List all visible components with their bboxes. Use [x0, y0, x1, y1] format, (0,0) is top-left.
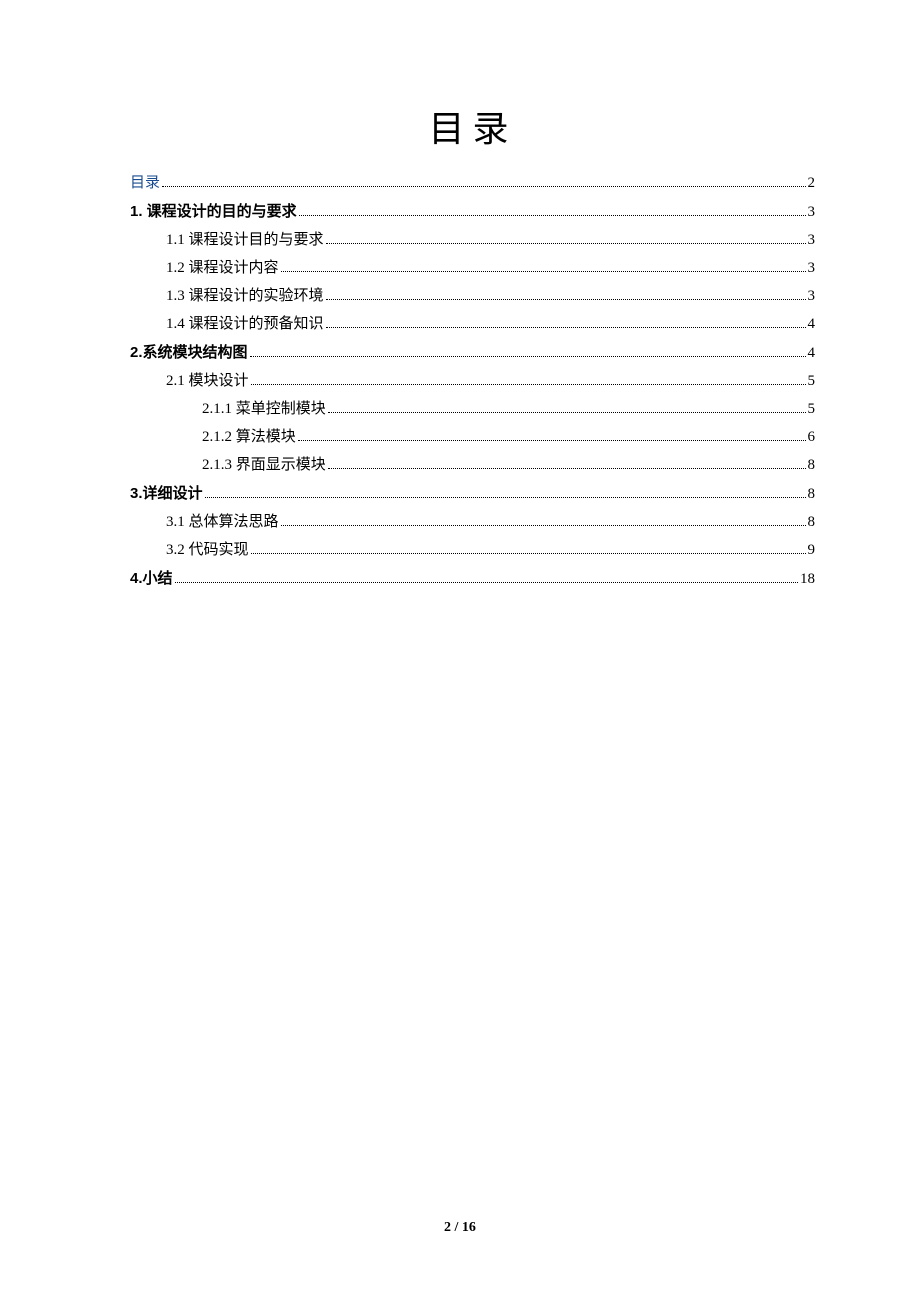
toc-entry-label: 3.详细设计	[130, 480, 203, 507]
toc-entry[interactable]: 4.小结 18	[130, 565, 815, 593]
toc-entry-label: 2.1.3 界面显示模块	[202, 452, 326, 479]
toc-entry[interactable]: 2.系统模块结构图 4	[130, 339, 815, 367]
toc-entry-page: 6	[808, 424, 816, 451]
toc-entry-label: 1. 课程设计的目的与要求	[130, 198, 297, 225]
toc-entry[interactable]: 1.3 课程设计的实验环境 3	[130, 283, 815, 310]
toc-entry[interactable]: 2.1.1 菜单控制模块 5	[130, 396, 815, 423]
toc-leader-dots	[299, 215, 806, 216]
toc-entry-label: 2.1.1 菜单控制模块	[202, 396, 326, 423]
toc-leader-dots	[328, 468, 806, 469]
toc-leader-dots	[205, 497, 806, 498]
toc-entry-label: 目录	[130, 170, 160, 197]
toc-leader-dots	[326, 243, 806, 244]
toc-entry-label: 2.系统模块结构图	[130, 339, 248, 366]
toc-leader-dots	[250, 356, 806, 357]
toc-entry-page: 4	[808, 340, 816, 367]
toc-entry-page: 18	[800, 566, 815, 593]
toc-entry[interactable]: 3.详细设计 8	[130, 480, 815, 508]
document-page: 目录 目录21. 课程设计的目的与要求31.1 课程设计目的与要求31.2 课程…	[0, 0, 920, 654]
table-of-contents: 目录21. 课程设计的目的与要求31.1 课程设计目的与要求31.2 课程设计内…	[130, 170, 815, 593]
toc-leader-dots	[251, 384, 806, 385]
page-title: 目录	[130, 100, 815, 152]
toc-leader-dots	[251, 553, 806, 554]
toc-entry-label: 1.4 课程设计的预备知识	[166, 311, 324, 338]
toc-entry-page: 5	[808, 396, 816, 423]
toc-leader-dots	[175, 582, 798, 583]
toc-entry[interactable]: 目录 2	[130, 170, 815, 197]
toc-leader-dots	[298, 440, 806, 441]
toc-entry-label: 1.2 课程设计内容	[166, 255, 279, 282]
toc-entry[interactable]: 1.1 课程设计目的与要求 3	[130, 227, 815, 254]
toc-leader-dots	[162, 186, 805, 187]
toc-entry-label: 1.1 课程设计目的与要求	[166, 227, 324, 254]
toc-leader-dots	[281, 525, 806, 526]
toc-leader-dots	[328, 412, 806, 413]
toc-leader-dots	[326, 299, 806, 300]
toc-entry-label: 2.1 模块设计	[166, 368, 249, 395]
toc-entry-label: 4.小结	[130, 565, 173, 592]
toc-entry-page: 3	[808, 283, 816, 310]
toc-entry-page: 8	[808, 481, 816, 508]
page-footer: 2 / 16	[0, 1220, 920, 1236]
toc-entry-page: 3	[808, 199, 816, 226]
toc-entry[interactable]: 2.1.3 界面显示模块 8	[130, 452, 815, 479]
toc-entry-label: 3.1 总体算法思路	[166, 509, 279, 536]
toc-leader-dots	[281, 271, 806, 272]
toc-entry[interactable]: 1.2 课程设计内容 3	[130, 255, 815, 282]
toc-entry-page: 2	[808, 170, 816, 197]
toc-leader-dots	[326, 327, 806, 328]
toc-entry-label: 3.2 代码实现	[166, 537, 249, 564]
toc-entry-label: 2.1.2 算法模块	[202, 424, 296, 451]
toc-entry[interactable]: 3.2 代码实现 9	[130, 537, 815, 564]
toc-entry[interactable]: 1.4 课程设计的预备知识 4	[130, 311, 815, 338]
toc-entry-page: 3	[808, 227, 816, 254]
toc-entry-page: 5	[808, 368, 816, 395]
toc-entry-page: 8	[808, 452, 816, 479]
toc-entry[interactable]: 2.1 模块设计 5	[130, 368, 815, 395]
toc-entry[interactable]: 2.1.2 算法模块 6	[130, 424, 815, 451]
toc-entry-page: 8	[808, 509, 816, 536]
toc-entry-page: 9	[808, 537, 816, 564]
toc-entry[interactable]: 3.1 总体算法思路 8	[130, 509, 815, 536]
toc-entry-page: 3	[808, 255, 816, 282]
toc-entry-label: 1.3 课程设计的实验环境	[166, 283, 324, 310]
toc-entry-page: 4	[808, 311, 816, 338]
toc-entry[interactable]: 1. 课程设计的目的与要求 3	[130, 198, 815, 226]
